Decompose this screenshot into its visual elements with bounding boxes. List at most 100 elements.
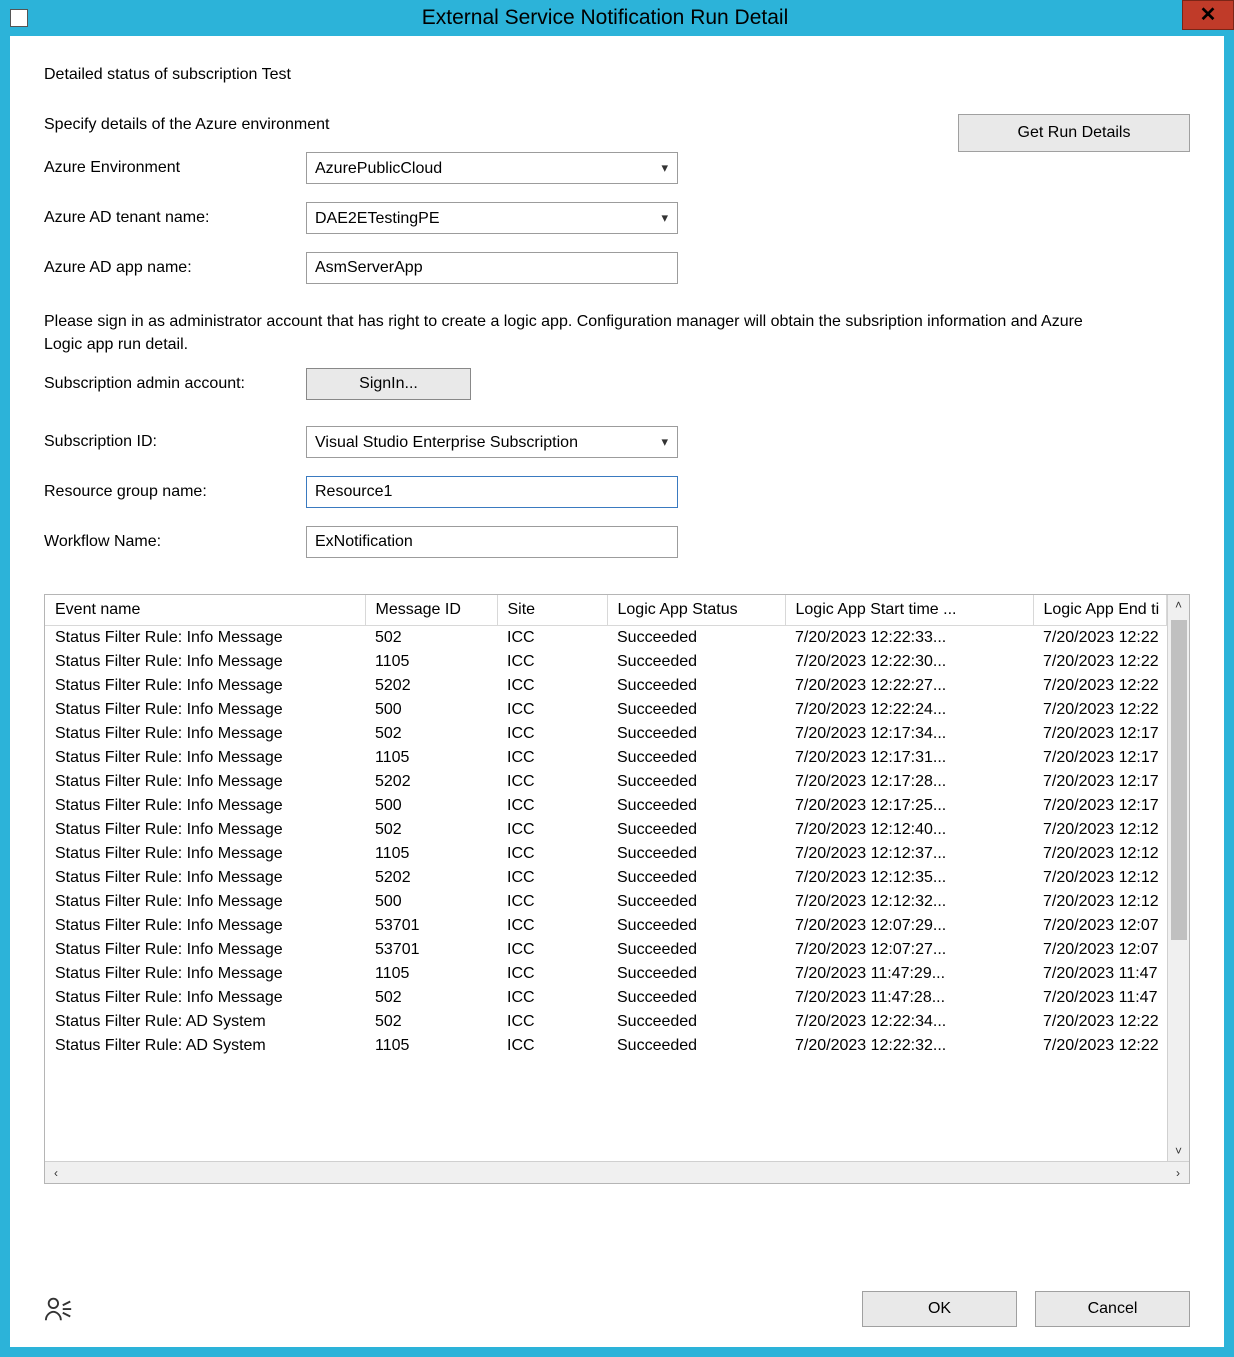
scroll-thumb[interactable] xyxy=(1171,620,1187,940)
ok-button[interactable]: OK xyxy=(862,1291,1017,1327)
table-row[interactable]: Status Filter Rule: Info Message500ICCSu… xyxy=(45,698,1167,722)
cell-end: 7/20/2023 12:22 xyxy=(1033,1010,1167,1034)
table-row[interactable]: Status Filter Rule: AD System502ICCSucce… xyxy=(45,1010,1167,1034)
resource-group-field[interactable] xyxy=(306,476,678,508)
cell-msgid: 502 xyxy=(365,722,497,746)
cell-msgid: 53701 xyxy=(365,938,497,962)
cell-site: ICC xyxy=(497,866,607,890)
workflow-name-field[interactable] xyxy=(306,526,678,558)
table-row[interactable]: Status Filter Rule: Info Message1105ICCS… xyxy=(45,650,1167,674)
cell-end: 7/20/2023 12:17 xyxy=(1033,722,1167,746)
cell-site: ICC xyxy=(497,698,607,722)
signin-button[interactable]: SignIn... xyxy=(306,368,471,400)
cell-site: ICC xyxy=(497,626,607,651)
cell-end: 7/20/2023 12:12 xyxy=(1033,842,1167,866)
scroll-down-icon: ˅ xyxy=(1175,1141,1182,1161)
table-row[interactable]: Status Filter Rule: Info Message500ICCSu… xyxy=(45,794,1167,818)
cell-site: ICC xyxy=(497,1034,607,1058)
horizontal-scrollbar[interactable]: ‹ › xyxy=(45,1161,1189,1183)
table-row[interactable]: Status Filter Rule: Info Message502ICCSu… xyxy=(45,722,1167,746)
cell-start: 7/20/2023 11:47:29... xyxy=(785,962,1033,986)
user-icon xyxy=(44,1295,74,1323)
col-message-id[interactable]: Message ID xyxy=(365,595,497,626)
col-end-time[interactable]: Logic App End ti xyxy=(1033,595,1167,626)
cell-status: Succeeded xyxy=(607,650,785,674)
table-row[interactable]: Status Filter Rule: Info Message1105ICCS… xyxy=(45,746,1167,770)
cell-start: 7/20/2023 12:07:27... xyxy=(785,938,1033,962)
titlebar: External Service Notification Run Detail… xyxy=(0,0,1234,36)
vertical-scrollbar[interactable]: ˄ ˅ xyxy=(1167,595,1189,1161)
cell-site: ICC xyxy=(497,986,607,1010)
cell-event: Status Filter Rule: Info Message xyxy=(45,674,365,698)
close-button[interactable]: ✕ xyxy=(1182,0,1234,30)
cell-end: 7/20/2023 12:22 xyxy=(1033,626,1167,651)
dialog-content: Detailed status of subscription Test Spe… xyxy=(10,36,1224,1347)
cell-status: Succeeded xyxy=(607,866,785,890)
cell-msgid: 502 xyxy=(365,626,497,651)
table-row[interactable]: Status Filter Rule: Info Message1105ICCS… xyxy=(45,842,1167,866)
cell-site: ICC xyxy=(497,650,607,674)
cell-event: Status Filter Rule: Info Message xyxy=(45,722,365,746)
table-row[interactable]: Status Filter Rule: Info Message53701ICC… xyxy=(45,914,1167,938)
table-row[interactable]: Status Filter Rule: AD System1105ICCSucc… xyxy=(45,1034,1167,1058)
cell-status: Succeeded xyxy=(607,890,785,914)
subscription-id-dropdown[interactable]: Visual Studio Enterprise Subscription xyxy=(306,426,678,458)
cell-site: ICC xyxy=(497,890,607,914)
table-row[interactable]: Status Filter Rule: Info Message1105ICCS… xyxy=(45,962,1167,986)
admin-account-label: Subscription admin account: xyxy=(44,375,306,393)
cell-site: ICC xyxy=(497,962,607,986)
cell-end: 7/20/2023 12:22 xyxy=(1033,698,1167,722)
cell-start: 7/20/2023 12:22:34... xyxy=(785,1010,1033,1034)
cell-start: 7/20/2023 12:12:37... xyxy=(785,842,1033,866)
app-name-label: Azure AD app name: xyxy=(44,259,306,277)
col-site[interactable]: Site xyxy=(497,595,607,626)
table-row[interactable]: Status Filter Rule: Info Message502ICCSu… xyxy=(45,626,1167,651)
cell-event: Status Filter Rule: AD System xyxy=(45,1034,365,1058)
get-run-details-button[interactable]: Get Run Details xyxy=(958,114,1190,152)
table-row[interactable]: Status Filter Rule: Info Message500ICCSu… xyxy=(45,890,1167,914)
cell-msgid: 5202 xyxy=(365,674,497,698)
cell-event: Status Filter Rule: Info Message xyxy=(45,746,365,770)
status-heading: Detailed status of subscription Test xyxy=(44,66,1190,84)
col-start-time[interactable]: Logic App Start time ... xyxy=(785,595,1033,626)
cell-status: Succeeded xyxy=(607,938,785,962)
cell-msgid: 500 xyxy=(365,794,497,818)
resource-group-label: Resource group name: xyxy=(44,483,306,501)
cancel-button[interactable]: Cancel xyxy=(1035,1291,1190,1327)
cell-status: Succeeded xyxy=(607,698,785,722)
table-row[interactable]: Status Filter Rule: Info Message5202ICCS… xyxy=(45,866,1167,890)
cell-site: ICC xyxy=(497,914,607,938)
cell-status: Succeeded xyxy=(607,674,785,698)
specify-heading: Specify details of the Azure environment xyxy=(44,116,958,134)
cell-msgid: 5202 xyxy=(365,866,497,890)
cell-site: ICC xyxy=(497,818,607,842)
workflow-name-label: Workflow Name: xyxy=(44,533,306,551)
cell-start: 7/20/2023 12:12:32... xyxy=(785,890,1033,914)
cell-msgid: 502 xyxy=(365,818,497,842)
cell-start: 7/20/2023 12:17:31... xyxy=(785,746,1033,770)
cell-status: Succeeded xyxy=(607,914,785,938)
cell-start: 7/20/2023 11:47:28... xyxy=(785,986,1033,1010)
col-logic-app-status[interactable]: Logic App Status xyxy=(607,595,785,626)
app-name-field[interactable] xyxy=(306,252,678,284)
cell-end: 7/20/2023 12:17 xyxy=(1033,746,1167,770)
azure-env-dropdown[interactable]: AzurePublicCloud xyxy=(306,152,678,184)
table-row[interactable]: Status Filter Rule: Info Message53701ICC… xyxy=(45,938,1167,962)
cell-msgid: 500 xyxy=(365,890,497,914)
col-event-name[interactable]: Event name xyxy=(45,595,365,626)
tenant-dropdown[interactable]: DAE2ETestingPE xyxy=(306,202,678,234)
table-row[interactable]: Status Filter Rule: Info Message5202ICCS… xyxy=(45,770,1167,794)
table-row[interactable]: Status Filter Rule: Info Message502ICCSu… xyxy=(45,818,1167,842)
cell-end: 7/20/2023 11:47 xyxy=(1033,962,1167,986)
cell-site: ICC xyxy=(497,722,607,746)
scroll-left-icon: ‹ xyxy=(45,1166,67,1180)
table-row[interactable]: Status Filter Rule: Info Message5202ICCS… xyxy=(45,674,1167,698)
cell-msgid: 5202 xyxy=(365,770,497,794)
cell-start: 7/20/2023 12:22:30... xyxy=(785,650,1033,674)
cell-event: Status Filter Rule: Info Message xyxy=(45,650,365,674)
cell-start: 7/20/2023 12:17:25... xyxy=(785,794,1033,818)
table-row[interactable]: Status Filter Rule: Info Message502ICCSu… xyxy=(45,986,1167,1010)
cell-start: 7/20/2023 12:22:27... xyxy=(785,674,1033,698)
cell-site: ICC xyxy=(497,746,607,770)
app-icon xyxy=(10,9,28,27)
